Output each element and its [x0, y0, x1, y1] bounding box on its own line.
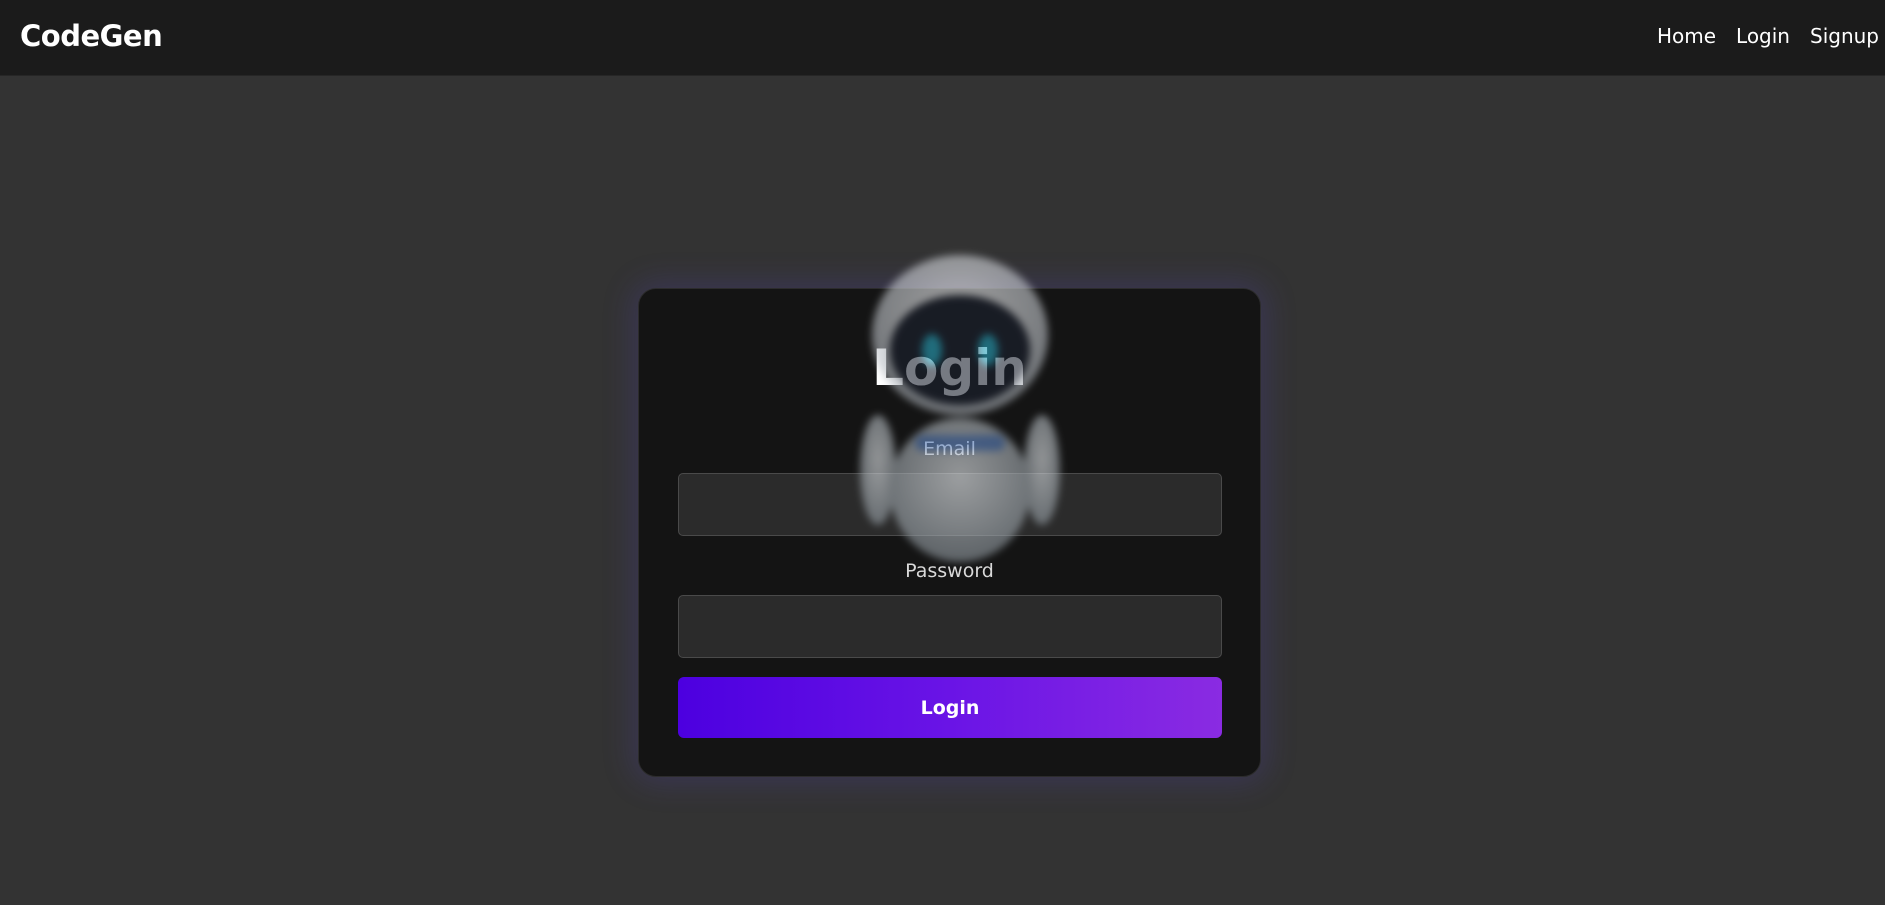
login-title: Login — [872, 339, 1027, 397]
nav-links: Home Login Signup — [1657, 24, 1879, 48]
login-card: Login Email Password Login — [638, 288, 1261, 777]
nav-link-login[interactable]: Login — [1736, 24, 1790, 48]
top-navbar: CodeGen Home Login Signup — [0, 0, 1885, 76]
nav-link-signup[interactable]: Signup — [1810, 24, 1879, 48]
brand-logo[interactable]: CodeGen — [20, 19, 163, 53]
login-button[interactable]: Login — [678, 677, 1222, 738]
password-input[interactable] — [678, 595, 1222, 658]
email-input[interactable] — [678, 473, 1222, 536]
nav-link-home[interactable]: Home — [1657, 24, 1716, 48]
email-label: Email — [923, 438, 976, 460]
password-label: Password — [905, 560, 994, 582]
